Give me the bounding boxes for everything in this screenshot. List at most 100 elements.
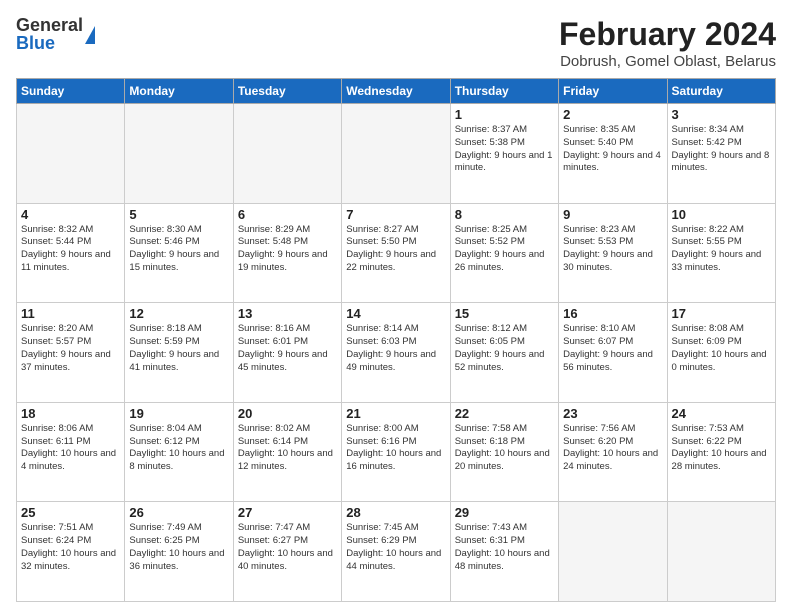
day-number: 24	[672, 406, 771, 421]
day-info: Sunrise: 8:00 AM Sunset: 6:16 PM Dayligh…	[346, 423, 445, 474]
day-info: Sunrise: 8:08 AM Sunset: 6:09 PM Dayligh…	[672, 323, 771, 374]
title-block: February 2024 Dobrush, Gomel Oblast, Bel…	[559, 16, 776, 70]
day-number: 15	[455, 306, 554, 321]
day-info: Sunrise: 8:27 AM Sunset: 5:50 PM Dayligh…	[346, 224, 445, 275]
calendar-cell: 14 Sunrise: 8:14 AM Sunset: 6:03 PM Dayli…	[342, 303, 450, 403]
calendar-cell: 20 Sunrise: 8:02 AM Sunset: 6:14 PM Dayli…	[233, 402, 341, 502]
day-number: 10	[672, 207, 771, 222]
day-number: 22	[455, 406, 554, 421]
day-info: Sunrise: 7:45 AM Sunset: 6:29 PM Dayligh…	[346, 522, 445, 573]
calendar-cell: 22 Sunrise: 7:58 AM Sunset: 6:18 PM Dayli…	[450, 402, 558, 502]
day-info: Sunrise: 8:02 AM Sunset: 6:14 PM Dayligh…	[238, 423, 337, 474]
calendar-cell: 1 Sunrise: 8:37 AM Sunset: 5:38 PM Daylig…	[450, 104, 558, 204]
subtitle: Dobrush, Gomel Oblast, Belarus	[559, 53, 776, 70]
day-info: Sunrise: 7:58 AM Sunset: 6:18 PM Dayligh…	[455, 423, 554, 474]
calendar-cell: 18 Sunrise: 8:06 AM Sunset: 6:11 PM Dayli…	[17, 402, 125, 502]
day-of-week-header: Saturday	[667, 79, 775, 104]
calendar-cell: 10Sunrise: 8:22 AM Sunset: 5:55 PM Dayli…	[667, 203, 775, 303]
day-number: 9	[563, 207, 662, 222]
day-info: Sunrise: 8:34 AM Sunset: 5:42 PM Dayligh…	[672, 124, 771, 175]
calendar-cell: 24 Sunrise: 7:53 AM Sunset: 6:22 PM Dayli…	[667, 402, 775, 502]
day-info: Sunrise: 8:16 AM Sunset: 6:01 PM Dayligh…	[238, 323, 337, 374]
day-number: 20	[238, 406, 337, 421]
calendar-cell: 7 Sunrise: 8:27 AM Sunset: 5:50 PM Daylig…	[342, 203, 450, 303]
day-number: 7	[346, 207, 445, 222]
day-info: Sunrise: 7:49 AM Sunset: 6:25 PM Dayligh…	[129, 522, 228, 573]
day-number: 4	[21, 207, 120, 222]
day-info: Sunrise: 7:53 AM Sunset: 6:22 PM Dayligh…	[672, 423, 771, 474]
calendar-body: 1 Sunrise: 8:37 AM Sunset: 5:38 PM Daylig…	[17, 104, 776, 602]
calendar-week-row: 4 Sunrise: 8:32 AM Sunset: 5:44 PM Daylig…	[17, 203, 776, 303]
day-of-week-header: Sunday	[17, 79, 125, 104]
day-info: Sunrise: 8:06 AM Sunset: 6:11 PM Dayligh…	[21, 423, 120, 474]
calendar-cell	[233, 104, 341, 204]
day-number: 12	[129, 306, 228, 321]
day-number: 25	[21, 505, 120, 520]
calendar-header: SundayMondayTuesdayWednesdayThursdayFrid…	[17, 79, 776, 104]
day-of-week-header: Monday	[125, 79, 233, 104]
calendar-week-row: 1 Sunrise: 8:37 AM Sunset: 5:38 PM Daylig…	[17, 104, 776, 204]
day-of-week-header: Wednesday	[342, 79, 450, 104]
calendar-week-row: 18 Sunrise: 8:06 AM Sunset: 6:11 PM Dayli…	[17, 402, 776, 502]
calendar-cell: 9 Sunrise: 8:23 AM Sunset: 5:53 PM Daylig…	[559, 203, 667, 303]
calendar-cell: 11 Sunrise: 8:20 AM Sunset: 5:57 PM Dayli…	[17, 303, 125, 403]
calendar-week-row: 25 Sunrise: 7:51 AM Sunset: 6:24 PM Dayli…	[17, 502, 776, 602]
calendar-cell: 6Sunrise: 8:29 AM Sunset: 5:48 PM Daylig…	[233, 203, 341, 303]
day-number: 29	[455, 505, 554, 520]
page: General Blue February 2024 Dobrush, Gome…	[0, 0, 792, 612]
day-number: 18	[21, 406, 120, 421]
day-info: Sunrise: 7:56 AM Sunset: 6:20 PM Dayligh…	[563, 423, 662, 474]
day-info: Sunrise: 8:37 AM Sunset: 5:38 PM Dayligh…	[455, 124, 554, 175]
day-info: Sunrise: 8:35 AM Sunset: 5:40 PM Dayligh…	[563, 124, 662, 175]
day-number: 14	[346, 306, 445, 321]
day-number: 23	[563, 406, 662, 421]
logo-blue: Blue	[16, 34, 83, 52]
day-number: 21	[346, 406, 445, 421]
day-info: Sunrise: 7:47 AM Sunset: 6:27 PM Dayligh…	[238, 522, 337, 573]
calendar-cell: 5Sunrise: 8:30 AM Sunset: 5:46 PM Daylig…	[125, 203, 233, 303]
day-info: Sunrise: 8:32 AM Sunset: 5:44 PM Dayligh…	[21, 224, 120, 275]
calendar-cell	[667, 502, 775, 602]
logo-general: General	[16, 16, 83, 34]
calendar-cell: 3 Sunrise: 8:34 AM Sunset: 5:42 PM Daylig…	[667, 104, 775, 204]
day-info: Sunrise: 8:14 AM Sunset: 6:03 PM Dayligh…	[346, 323, 445, 374]
calendar-cell	[342, 104, 450, 204]
day-info: Sunrise: 8:10 AM Sunset: 6:07 PM Dayligh…	[563, 323, 662, 374]
logo-triangle-icon	[85, 26, 95, 44]
day-number: 27	[238, 505, 337, 520]
calendar-cell: 16 Sunrise: 8:10 AM Sunset: 6:07 PM Dayli…	[559, 303, 667, 403]
calendar-cell: 25 Sunrise: 7:51 AM Sunset: 6:24 PM Dayli…	[17, 502, 125, 602]
day-number: 19	[129, 406, 228, 421]
calendar-cell: 12Sunrise: 8:18 AM Sunset: 5:59 PM Dayli…	[125, 303, 233, 403]
logo-text: General Blue	[16, 16, 83, 52]
calendar-cell	[17, 104, 125, 204]
calendar-cell: 19Sunrise: 8:04 AM Sunset: 6:12 PM Dayli…	[125, 402, 233, 502]
header: General Blue February 2024 Dobrush, Gome…	[16, 16, 776, 70]
day-number: 2	[563, 107, 662, 122]
logo: General Blue	[16, 16, 95, 52]
day-of-week-header: Tuesday	[233, 79, 341, 104]
day-info: Sunrise: 8:23 AM Sunset: 5:53 PM Dayligh…	[563, 224, 662, 275]
calendar-cell: 8Sunrise: 8:25 AM Sunset: 5:52 PM Daylig…	[450, 203, 558, 303]
day-info: Sunrise: 7:51 AM Sunset: 6:24 PM Dayligh…	[21, 522, 120, 573]
calendar-cell: 29Sunrise: 7:43 AM Sunset: 6:31 PM Dayli…	[450, 502, 558, 602]
calendar-cell: 21 Sunrise: 8:00 AM Sunset: 6:16 PM Dayli…	[342, 402, 450, 502]
day-number: 11	[21, 306, 120, 321]
calendar-cell	[559, 502, 667, 602]
day-number: 13	[238, 306, 337, 321]
day-number: 16	[563, 306, 662, 321]
day-number: 17	[672, 306, 771, 321]
calendar-cell: 13 Sunrise: 8:16 AM Sunset: 6:01 PM Dayli…	[233, 303, 341, 403]
day-number: 28	[346, 505, 445, 520]
calendar-cell: 17 Sunrise: 8:08 AM Sunset: 6:09 PM Dayli…	[667, 303, 775, 403]
calendar-cell: 2 Sunrise: 8:35 AM Sunset: 5:40 PM Daylig…	[559, 104, 667, 204]
calendar-cell: 15 Sunrise: 8:12 AM Sunset: 6:05 PM Dayli…	[450, 303, 558, 403]
day-info: Sunrise: 8:20 AM Sunset: 5:57 PM Dayligh…	[21, 323, 120, 374]
day-of-week-header: Thursday	[450, 79, 558, 104]
day-number: 5	[129, 207, 228, 222]
day-number: 3	[672, 107, 771, 122]
day-number: 1	[455, 107, 554, 122]
day-info: Sunrise: 8:12 AM Sunset: 6:05 PM Dayligh…	[455, 323, 554, 374]
calendar-cell: 28 Sunrise: 7:45 AM Sunset: 6:29 PM Dayli…	[342, 502, 450, 602]
calendar-cell: 27 Sunrise: 7:47 AM Sunset: 6:27 PM Dayli…	[233, 502, 341, 602]
